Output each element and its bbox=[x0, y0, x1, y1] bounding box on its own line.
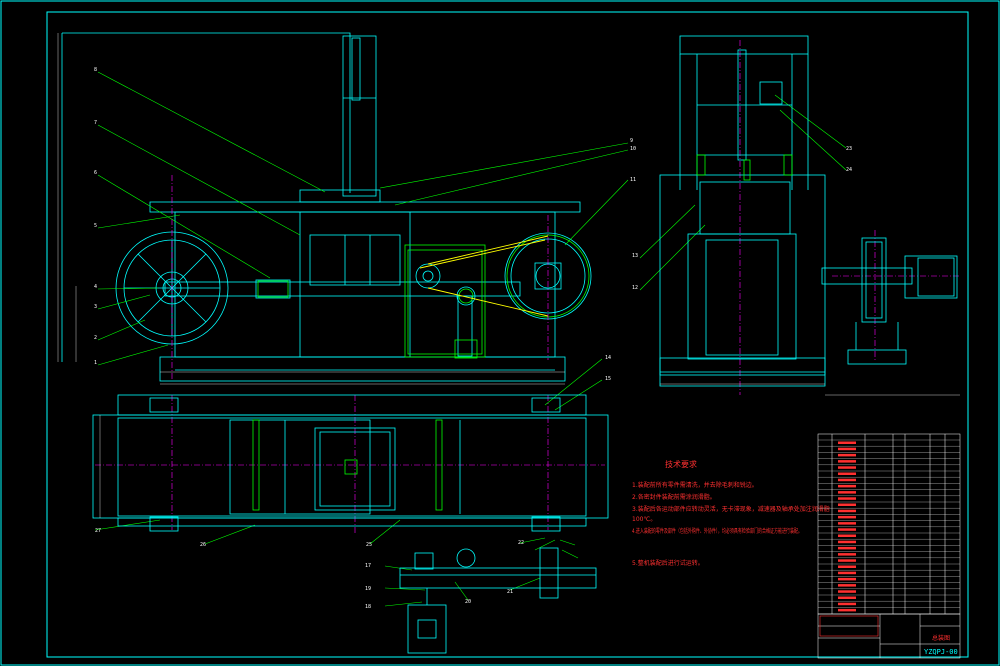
title-block-word: 总装图 bbox=[932, 634, 950, 642]
balloon-top-6: 18 bbox=[365, 604, 371, 610]
balloon-13: 13 bbox=[632, 253, 638, 259]
parts-list-cell-text bbox=[838, 608, 856, 612]
balloon-15: 15 bbox=[605, 376, 611, 382]
top-view-green bbox=[252, 419, 443, 511]
tech-req-note-3b: 100℃。 bbox=[632, 516, 656, 523]
parts-list-cell-text bbox=[838, 590, 856, 593]
parts-list-cell-text bbox=[838, 528, 856, 531]
parts-list-cell-text bbox=[838, 466, 856, 469]
tech-req-note-4: 4.进入装配的零件及部件（包括外购件、外协件），均必须具有检验部门的合格证方能进… bbox=[632, 527, 802, 535]
technical-requirements: 技术要求 1.装配前所有零件需清洗，并去除毛刺和锐边。 2.各密封件装配前需涂润… bbox=[632, 459, 830, 567]
balloon-top-2: 26 bbox=[200, 542, 206, 548]
parts-list-rows bbox=[818, 439, 960, 612]
parts-list-cell-text bbox=[838, 453, 856, 457]
balloon-top-11: 24 bbox=[846, 167, 852, 173]
tech-req-note-2: 2.各密封件装配前需涂润滑脂。 bbox=[632, 493, 716, 501]
parts-list-cell-text bbox=[838, 491, 856, 494]
parts-list-cell-text bbox=[838, 596, 856, 599]
balloon-11: 11 bbox=[630, 177, 636, 183]
top-view bbox=[92, 394, 609, 532]
parts-list-cell-text bbox=[838, 553, 856, 556]
parts-list-cell-text bbox=[838, 602, 856, 606]
centerlines bbox=[95, 40, 960, 535]
balloon-top-10: 23 bbox=[846, 146, 852, 152]
balloon-8: 8 bbox=[94, 67, 97, 73]
balloon-top-1: 27 bbox=[95, 528, 101, 534]
parts-list-cell-text bbox=[838, 472, 856, 475]
parts-list-cell-text bbox=[838, 534, 856, 537]
cad-drawing-sheet: 8 7 6 5 4 3 2 1 9 10 11 13 12 14 15 27 2… bbox=[0, 0, 1000, 666]
parts-list-cell-text bbox=[838, 565, 856, 568]
drawing-number: YZQPJ-00 bbox=[924, 648, 958, 656]
balloon-9: 9 bbox=[630, 138, 633, 144]
balloon-3: 3 bbox=[94, 304, 97, 310]
parts-list-cell-text bbox=[838, 497, 856, 500]
sheet-outer-border bbox=[0, 0, 1000, 666]
parts-list-cell-text bbox=[838, 571, 856, 575]
balloon-14: 14 bbox=[605, 355, 611, 361]
balloon-7: 7 bbox=[94, 120, 97, 126]
front-view-belt bbox=[419, 235, 549, 317]
balloon-top-5: 19 bbox=[365, 586, 371, 592]
parts-list-cell-text bbox=[838, 522, 856, 525]
balloon-top-3: 25 bbox=[366, 542, 372, 548]
balloon-12: 12 bbox=[632, 285, 638, 291]
parts-list-cell-text bbox=[838, 559, 856, 562]
balloon-5: 5 bbox=[94, 223, 97, 229]
parts-list-cell-text bbox=[838, 577, 856, 581]
bottom-drive-view bbox=[399, 547, 597, 654]
balloon-6: 6 bbox=[94, 170, 97, 176]
balloon-top-9: 22 bbox=[518, 540, 524, 546]
parts-list-cell-text bbox=[838, 540, 856, 544]
tech-req-note-3: 3.装配后各运动部件应转动灵活，无卡滞现象，减速器及轴承处加注润滑脂 bbox=[632, 505, 830, 513]
parts-list-cell-text bbox=[838, 546, 856, 550]
parts-list-cell-text bbox=[838, 447, 856, 451]
parts-list-cell-text bbox=[838, 441, 856, 444]
parts-list-cell-text bbox=[838, 484, 856, 488]
side-view bbox=[659, 35, 958, 387]
tech-req-note-5: 5.整机装配后进行试运转。 bbox=[632, 559, 704, 567]
parts-list-cell-text bbox=[838, 584, 856, 587]
balloon-4: 4 bbox=[94, 284, 97, 290]
balloon-top-8: 21 bbox=[507, 589, 513, 595]
balloon-top-4: 17 bbox=[365, 563, 371, 569]
tech-req-title: 技术要求 bbox=[665, 459, 697, 469]
parts-list-cell-text bbox=[838, 503, 856, 506]
balloon-1: 1 bbox=[94, 360, 97, 366]
balloon-top-7: 20 bbox=[465, 599, 471, 605]
parts-list-cell-text bbox=[838, 515, 856, 519]
balloon-2: 2 bbox=[94, 335, 97, 341]
balloon-10: 10 bbox=[630, 146, 636, 152]
parts-list-cell-text bbox=[838, 460, 856, 463]
parts-list-cell-text bbox=[838, 509, 856, 513]
parts-list-cell-text bbox=[838, 478, 856, 482]
front-view-drive bbox=[257, 234, 590, 359]
front-view bbox=[61, 32, 592, 382]
side-view-green bbox=[696, 154, 793, 181]
tech-req-note-1: 1.装配前所有零件需清洗，并去除毛刺和锐边。 bbox=[632, 481, 758, 489]
